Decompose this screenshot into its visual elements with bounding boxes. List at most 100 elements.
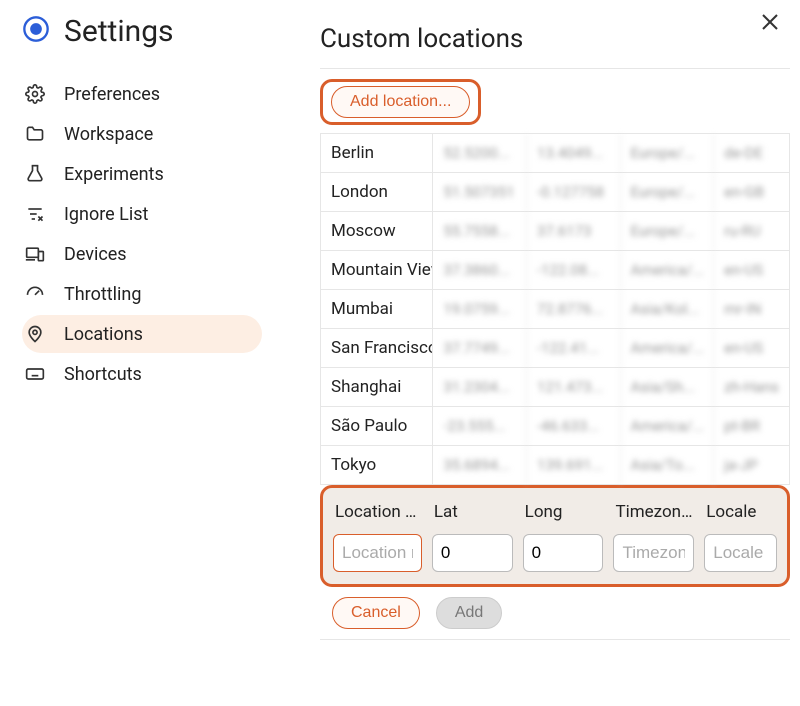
locale-cell: zh-Hans	[714, 368, 789, 406]
sidebar-item-workspace[interactable]: Workspace	[22, 115, 262, 153]
sidebar-item-experiments[interactable]: Experiments	[22, 155, 262, 193]
sidebar-item-devices[interactable]: Devices	[22, 235, 262, 273]
form-input-row	[333, 534, 777, 572]
devices-icon	[24, 243, 46, 265]
sidebar-item-label: Locations	[64, 324, 143, 345]
flask-icon	[24, 163, 46, 185]
divider	[320, 639, 790, 640]
tz-cell: America/...	[621, 329, 715, 367]
sidebar-item-label: Ignore List	[64, 204, 148, 225]
form-header-row: Location name Lat Long Timezone ID Local…	[333, 498, 777, 534]
lng-cell: 139.691...	[527, 446, 621, 484]
sidebar-item-label: Throttling	[64, 284, 141, 305]
tz-cell: Europe/...	[621, 134, 715, 172]
close-button[interactable]	[758, 10, 782, 34]
lat-cell: 51.507351	[433, 173, 527, 211]
location-name-cell: Mountain View	[321, 251, 433, 289]
folder-icon	[24, 123, 46, 145]
locale-cell: ja-JP	[714, 446, 789, 484]
sidebar-item-locations[interactable]: Locations	[22, 315, 262, 353]
lng-cell: -46.633...	[527, 407, 621, 445]
cancel-button[interactable]: Cancel	[332, 597, 420, 629]
sidebar-item-throttling[interactable]: Throttling	[22, 275, 262, 313]
sidebar-item-label: Workspace	[64, 124, 153, 145]
add-button[interactable]: Add	[436, 597, 502, 629]
lat-cell: 55.7558...	[433, 212, 527, 250]
tz-cell: Europe/...	[621, 173, 715, 211]
location-name-cell: Moscow	[321, 212, 433, 250]
sidebar-nav: Preferences Workspace Experiments Ignore…	[22, 75, 262, 393]
location-name-cell: Shanghai	[321, 368, 433, 406]
table-row[interactable]: São Paulo-23.555...-46.633...America/...…	[321, 406, 789, 445]
lat-cell: 31.2304...	[433, 368, 527, 406]
lat-cell: 52.5200...	[433, 134, 527, 172]
locale-cell: pt-BR	[714, 407, 789, 445]
keyboard-icon	[24, 363, 46, 385]
locale-cell: en-US	[714, 329, 789, 367]
form-header-locale: Locale	[704, 498, 777, 534]
main-content: Custom locations Add location... Berlin5…	[262, 14, 790, 650]
locations-table: Berlin52.5200...13.4049...Europe/...de-D…	[320, 133, 790, 485]
locale-input[interactable]	[704, 534, 777, 572]
locale-cell: en-US	[714, 251, 789, 289]
sidebar-item-label: Devices	[64, 244, 127, 265]
locale-cell: de-DE	[714, 134, 789, 172]
sidebar-title: Settings	[64, 14, 174, 49]
lat-cell: 19.0759...	[433, 290, 527, 328]
locale-cell: mr-IN	[714, 290, 789, 328]
location-name-cell: San Francisco	[321, 329, 433, 367]
table-row[interactable]: Shanghai31.2304...121.473...Asia/Sh...zh…	[321, 367, 789, 406]
sidebar-item-shortcuts[interactable]: Shortcuts	[22, 355, 262, 393]
long-input[interactable]	[523, 534, 604, 572]
tz-cell: America/...	[621, 407, 715, 445]
lng-cell: -122.41...	[527, 329, 621, 367]
locale-cell: en-GB	[714, 173, 789, 211]
location-name-cell: Tokyo	[321, 446, 433, 484]
gear-icon	[24, 83, 46, 105]
lat-input[interactable]	[432, 534, 513, 572]
lat-cell: 35.6894...	[433, 446, 527, 484]
tz-cell: Asia/To...	[621, 446, 715, 484]
new-location-form-highlight: Location name Lat Long Timezone ID Local…	[320, 485, 790, 587]
devtools-logo-icon	[22, 15, 50, 48]
sidebar-item-label: Shortcuts	[64, 364, 142, 385]
table-row[interactable]: Tokyo35.6894...139.691...Asia/To...ja-JP	[321, 445, 789, 484]
settings-panel: Settings Preferences Workspace Experimen…	[0, 0, 800, 660]
sidebar-item-preferences[interactable]: Preferences	[22, 75, 262, 113]
lng-cell: 13.4049...	[527, 134, 621, 172]
location-name-cell: Berlin	[321, 134, 433, 172]
location-pin-icon	[24, 323, 46, 345]
timezone-input[interactable]	[613, 534, 694, 572]
lng-cell: -122.08...	[527, 251, 621, 289]
lng-cell: -0.127758	[527, 173, 621, 211]
form-header-lat: Lat	[432, 498, 513, 534]
location-name-input[interactable]	[333, 534, 422, 572]
add-location-highlight: Add location...	[320, 79, 481, 125]
lat-cell: 37.3860...	[433, 251, 527, 289]
filter-x-icon	[24, 203, 46, 225]
table-row[interactable]: Mountain View37.3860...-122.08...America…	[321, 250, 789, 289]
sidebar-item-label: Preferences	[64, 84, 160, 105]
form-header-tz: Timezone ID	[613, 498, 694, 534]
table-row[interactable]: Mumbai19.0759...72.8776...Asia/Kol...mr-…	[321, 289, 789, 328]
lat-cell: 37.7749...	[433, 329, 527, 367]
tz-cell: Asia/Kol...	[621, 290, 715, 328]
table-row[interactable]: San Francisco37.7749...-122.41...America…	[321, 328, 789, 367]
location-name-cell: London	[321, 173, 433, 211]
lat-cell: -23.555...	[433, 407, 527, 445]
gauge-icon	[24, 283, 46, 305]
sidebar-item-ignore-list[interactable]: Ignore List	[22, 195, 262, 233]
form-header-lng: Long	[523, 498, 604, 534]
form-header-name: Location name	[333, 498, 422, 534]
lng-cell: 72.8776...	[527, 290, 621, 328]
lng-cell: 37.6173	[527, 212, 621, 250]
page-title: Custom locations	[320, 24, 790, 54]
form-actions: Cancel Add	[320, 587, 790, 629]
sidebar-header: Settings	[22, 14, 262, 49]
tz-cell: America/...	[621, 251, 715, 289]
table-row[interactable]: Moscow55.7558...37.6173Europe/...ru-RU	[321, 211, 789, 250]
table-row[interactable]: Berlin52.5200...13.4049...Europe/...de-D…	[321, 133, 789, 172]
add-location-button[interactable]: Add location...	[331, 86, 470, 118]
table-row[interactable]: London51.507351-0.127758Europe/...en-GB	[321, 172, 789, 211]
tz-cell: Europe/...	[621, 212, 715, 250]
